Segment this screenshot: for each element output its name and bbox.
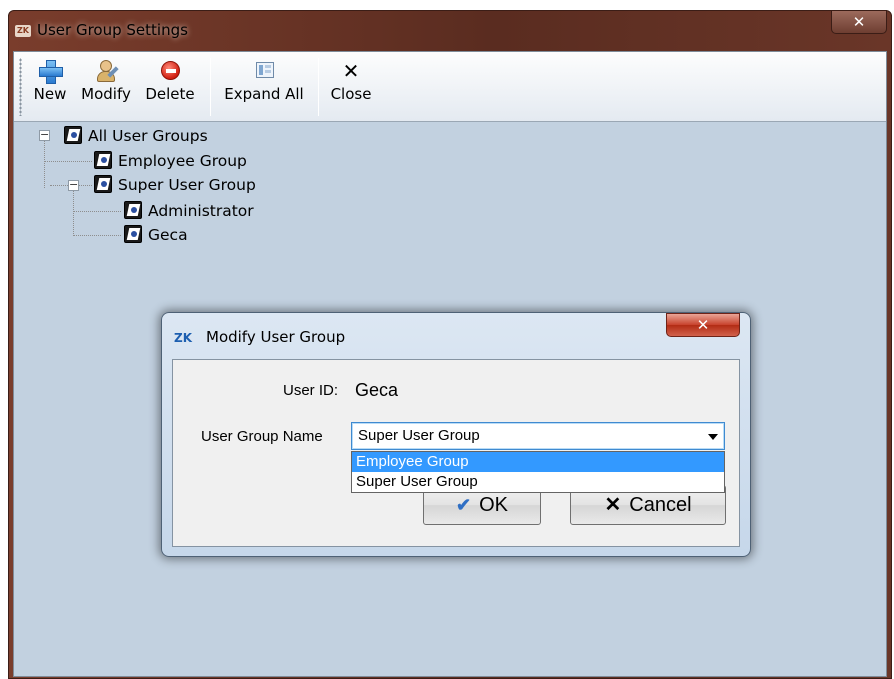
- zk-logo-icon: ZK: [15, 25, 31, 37]
- expand-all-button[interactable]: Expand All: [218, 58, 310, 116]
- tree-node-all-user-groups[interactable]: All User Groups: [64, 124, 208, 148]
- chevron-down-icon[interactable]: [708, 434, 718, 440]
- user-group-tree: − All User Groups Employee Group − Super…: [14, 124, 886, 324]
- tree-connector-line: [73, 211, 121, 212]
- tree-node-label: Geca: [148, 226, 188, 244]
- new-button-label: New: [33, 85, 67, 103]
- dropdown-option-super-user-group[interactable]: Super User Group: [352, 472, 724, 492]
- close-button-label: Close: [330, 85, 372, 103]
- user-edit-icon: [95, 58, 119, 84]
- tree-connector-line: [73, 190, 74, 236]
- tree-node-label: Super User Group: [118, 176, 256, 194]
- new-button[interactable]: New: [26, 58, 74, 116]
- zk-logo-icon: ZK: [174, 331, 192, 345]
- tree-connector-line: [73, 235, 121, 236]
- expand-all-icon: [254, 58, 274, 84]
- toolbar-grip[interactable]: [19, 58, 22, 116]
- user-group-dropdown-list: Employee Group Super User Group: [351, 451, 725, 493]
- dialog-body: User ID: Geca User Group Name Super User…: [172, 359, 740, 547]
- tree-expander-root[interactable]: −: [39, 129, 50, 141]
- user-group-icon: [94, 151, 112, 169]
- cancel-button-label: Cancel: [629, 494, 692, 516]
- tree-node-label: Employee Group: [118, 152, 247, 170]
- dialog-close-button[interactable]: ✕: [666, 313, 740, 337]
- toolbar-separator: [318, 58, 319, 116]
- dropdown-option-employee-group[interactable]: Employee Group: [352, 452, 724, 472]
- user-group-icon: [64, 126, 82, 144]
- delete-icon: [159, 58, 181, 84]
- modify-button-label: Modify: [81, 85, 131, 103]
- delete-button-label: Delete: [145, 85, 195, 103]
- modify-button[interactable]: Modify: [76, 58, 136, 116]
- user-group-icon: [94, 175, 112, 193]
- window-title: User Group Settings: [37, 21, 188, 39]
- tree-expander-super-user-group[interactable]: −: [68, 179, 79, 191]
- tree-connector-line: [44, 161, 92, 162]
- ok-button-label: OK: [479, 494, 508, 516]
- user-icon: [124, 201, 142, 219]
- tree-node-label: All User Groups: [88, 127, 208, 145]
- tree-node-label: Administrator: [148, 202, 254, 220]
- close-icon: ✕: [342, 59, 360, 83]
- user-group-name-label: User Group Name: [201, 428, 323, 445]
- user-icon: [124, 225, 142, 243]
- user-id-value: Geca: [355, 380, 399, 400]
- tree-node-administrator[interactable]: Administrator: [124, 199, 254, 223]
- close-button[interactable]: ✕ Close: [324, 58, 378, 116]
- tree-node-super-user-group[interactable]: Super User Group: [94, 173, 256, 197]
- toolbar: New Modify Delete Expand All ✕ Close: [14, 52, 886, 122]
- select-value: Super User Group: [358, 427, 480, 444]
- dialog-title: Modify User Group: [206, 328, 346, 346]
- tree-node-employee-group[interactable]: Employee Group: [94, 149, 247, 173]
- tree-node-geca[interactable]: Geca: [124, 223, 188, 247]
- modify-user-group-dialog: ZK Modify User Group ✕ User ID: Geca Use…: [161, 312, 751, 557]
- expand-all-button-label: Expand All: [224, 85, 304, 103]
- window-titlebar[interactable]: ZK User Group Settings ✕: [9, 10, 891, 51]
- plus-icon: [39, 58, 63, 84]
- user-id-label: User ID:: [283, 382, 339, 399]
- user-group-name-select[interactable]: Super User Group: [351, 422, 725, 450]
- tree-connector-line: [44, 136, 45, 188]
- delete-button[interactable]: Delete: [138, 58, 202, 116]
- toolbar-separator: [210, 58, 211, 116]
- window-close-button[interactable]: ✕: [831, 10, 887, 34]
